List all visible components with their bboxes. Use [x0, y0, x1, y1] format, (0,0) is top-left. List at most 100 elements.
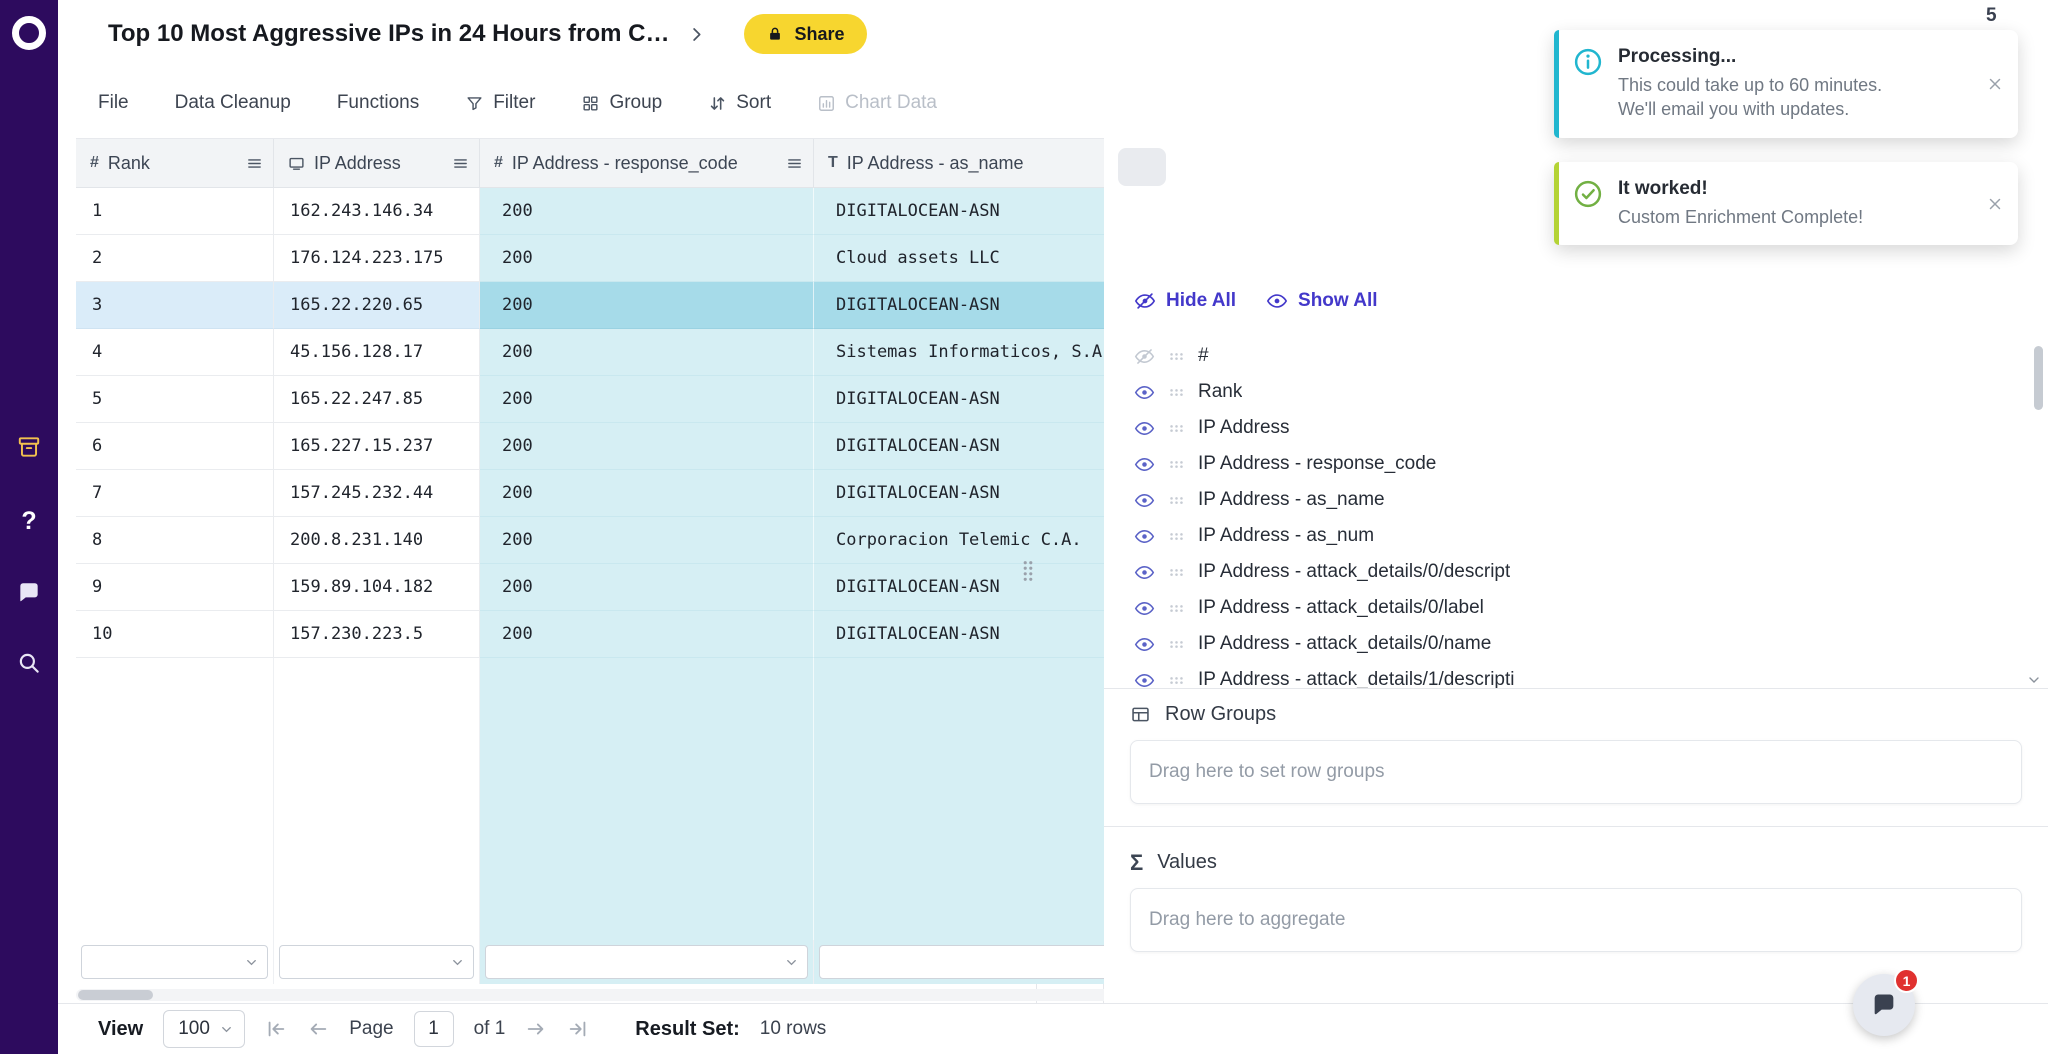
cell[interactable]: 3 — [76, 282, 274, 329]
cell[interactable]: 200 — [480, 235, 814, 282]
chevron-down-icon[interactable] — [2026, 672, 2042, 688]
column-menu-icon[interactable] — [786, 155, 803, 172]
drag-handle-icon[interactable] — [1168, 456, 1185, 473]
column-filter-select[interactable] — [819, 945, 1132, 979]
cell[interactable]: 200 — [480, 376, 814, 423]
drag-handle-icon[interactable] — [1168, 600, 1185, 617]
panel-column-item-ip-address-response-code[interactable]: IP Address - response_code — [1104, 446, 2048, 482]
archive-icon[interactable] — [0, 426, 58, 468]
cell[interactable]: 7 — [76, 470, 274, 517]
menu-sort[interactable]: Sort — [708, 92, 771, 114]
eye-icon[interactable] — [1134, 670, 1155, 689]
cell[interactable]: 165.22.220.65 — [274, 282, 480, 329]
cell[interactable]: 2 — [76, 235, 274, 282]
cell[interactable]: 176.124.223.175 — [274, 235, 480, 282]
column-menu-icon[interactable] — [452, 155, 469, 172]
close-icon[interactable] — [1986, 195, 2004, 213]
next-page-button[interactable] — [525, 1018, 547, 1040]
eye-off-icon[interactable] — [1134, 346, 1155, 367]
panel-column-item-ip-address[interactable]: IP Address — [1104, 410, 2048, 446]
cell[interactable]: 10 — [76, 611, 274, 658]
cell[interactable]: 200 — [480, 564, 814, 611]
column-menu-icon[interactable] — [246, 155, 263, 172]
drag-handle-icon[interactable] — [1168, 528, 1185, 545]
cell[interactable]: 9 — [76, 564, 274, 611]
eye-icon[interactable] — [1134, 562, 1155, 583]
sidebar-chat-icon[interactable] — [0, 572, 58, 614]
cell[interactable]: 157.245.232.44 — [274, 470, 480, 517]
drag-handle-icon[interactable] — [1168, 636, 1185, 653]
menu-filter[interactable]: Filter — [465, 92, 535, 114]
column-filter-select[interactable] — [485, 945, 808, 979]
page-number-input[interactable]: 1 — [414, 1011, 454, 1047]
cell[interactable]: DIGITALOCEAN-ASN — [814, 470, 1138, 517]
cell[interactable]: 159.89.104.182 — [274, 564, 480, 611]
eye-icon[interactable] — [1134, 490, 1155, 511]
menu-group[interactable]: Group — [581, 92, 662, 114]
cell[interactable]: DIGITALOCEAN-ASN — [814, 188, 1138, 235]
menu-file[interactable]: File — [98, 92, 129, 114]
column-header-ip-address-response-code[interactable]: #IP Address - response_code — [480, 139, 814, 188]
hide-all-button[interactable]: Hide All — [1134, 290, 1236, 312]
cell[interactable]: 200 — [480, 188, 814, 235]
cell[interactable]: DIGITALOCEAN-ASN — [814, 423, 1138, 470]
close-icon[interactable] — [1986, 75, 2004, 93]
panel-column-item-ip-address-attack-details-1-descripti[interactable]: IP Address - attack_details/1/descripti — [1104, 662, 2048, 688]
search-icon[interactable] — [0, 642, 58, 684]
app-logo[interactable] — [12, 16, 46, 50]
cell[interactable]: 200 — [480, 282, 814, 329]
column-header-ip-address-as-name[interactable]: TIP Address - as_name — [814, 139, 1138, 188]
cell[interactable]: 4 — [76, 329, 274, 376]
panel-list-scrollbar-thumb[interactable] — [2034, 346, 2043, 410]
panel-column-item-ip-address-attack-details-0-descript[interactable]: IP Address - attack_details/0/descript — [1104, 554, 2048, 590]
drag-handle-icon[interactable] — [1168, 564, 1185, 581]
column-header-rank[interactable]: #Rank — [76, 139, 274, 188]
cell[interactable]: 200 — [480, 470, 814, 517]
help-icon[interactable]: ? — [0, 500, 58, 542]
last-page-button[interactable] — [567, 1018, 589, 1040]
cell[interactable]: 8 — [76, 517, 274, 564]
cell[interactable]: 200 — [480, 611, 814, 658]
chevron-right-icon[interactable] — [687, 25, 706, 44]
eye-icon[interactable] — [1134, 526, 1155, 547]
cell[interactable]: 5 — [76, 376, 274, 423]
cell[interactable]: DIGITALOCEAN-ASN — [814, 376, 1138, 423]
cell[interactable]: 162.243.146.34 — [274, 188, 480, 235]
panel-column-item-rank[interactable]: Rank — [1104, 374, 2048, 410]
page-size-select[interactable]: 100 — [163, 1010, 245, 1048]
eye-icon[interactable] — [1134, 418, 1155, 439]
column-header-ip-address[interactable]: IP Address — [274, 139, 480, 188]
panel-column-item-[interactable]: # — [1104, 338, 2048, 374]
chat-launcher-button[interactable]: 1 — [1853, 974, 1915, 1036]
panel-column-item-ip-address-as-name[interactable]: IP Address - as_name — [1104, 482, 2048, 518]
first-page-button[interactable] — [265, 1018, 287, 1040]
eye-icon[interactable] — [1134, 598, 1155, 619]
cell[interactable]: 200 — [480, 423, 814, 470]
drag-handle-icon[interactable] — [1168, 384, 1185, 401]
cell[interactable]: 1 — [76, 188, 274, 235]
menu-functions[interactable]: Functions — [337, 92, 419, 114]
eye-icon[interactable] — [1134, 634, 1155, 655]
share-button[interactable]: Share — [744, 14, 866, 54]
eye-icon[interactable] — [1134, 454, 1155, 475]
drag-handle-icon[interactable] — [1168, 420, 1185, 437]
drag-handle-icon[interactable] — [1168, 348, 1185, 365]
panel-resize-handle[interactable] — [1021, 559, 1036, 583]
cell[interactable]: 200 — [480, 329, 814, 376]
show-all-button[interactable]: Show All — [1266, 290, 1378, 312]
row-groups-dropzone[interactable]: Drag here to set row groups — [1130, 740, 2022, 804]
cell[interactable]: 200.8.231.140 — [274, 517, 480, 564]
cell[interactable]: Cloud assets LLC — [814, 235, 1138, 282]
menu-data-cleanup[interactable]: Data Cleanup — [175, 92, 291, 114]
cell[interactable]: DIGITALOCEAN-ASN — [814, 611, 1138, 658]
cell[interactable]: Corporacion Telemic C.A. — [814, 517, 1138, 564]
previous-page-button[interactable] — [307, 1018, 329, 1040]
eye-icon[interactable] — [1134, 382, 1155, 403]
drag-handle-icon[interactable] — [1168, 492, 1185, 509]
drag-handle-icon[interactable] — [1168, 672, 1185, 689]
cell[interactable]: 165.227.15.237 — [274, 423, 480, 470]
scrollbar-thumb[interactable] — [78, 990, 153, 1000]
cell[interactable]: 200 — [480, 517, 814, 564]
cell[interactable]: 45.156.128.17 — [274, 329, 480, 376]
panel-column-item-ip-address-attack-details-0-label[interactable]: IP Address - attack_details/0/label — [1104, 590, 2048, 626]
